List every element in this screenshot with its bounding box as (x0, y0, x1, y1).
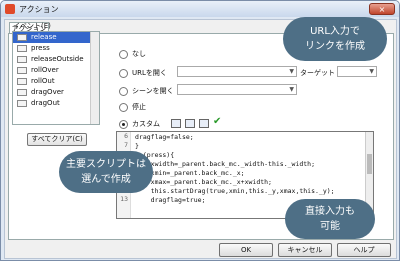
option-none[interactable]: なし (119, 49, 146, 59)
code-line[interactable]: } (135, 142, 335, 151)
events-scrollbar[interactable] (90, 32, 99, 124)
action-dialog: アクション × アクション イベント(E) release press rele… (0, 0, 400, 261)
event-icon (17, 100, 27, 107)
callout-url-link: URL入力で リンクを作成 (283, 17, 387, 61)
code-line[interactable]: dragflag=false; (135, 133, 335, 142)
option-stop[interactable]: 停止 (119, 102, 146, 112)
event-icon (17, 89, 27, 96)
radio-open-scene[interactable] (119, 86, 128, 96)
code-line[interactable]: xmax=_parent.back_mc._x+xwidth; (135, 178, 335, 187)
event-item-dragover[interactable]: dragOver (13, 87, 99, 98)
cancel-button[interactable]: キャンセル (278, 243, 332, 257)
target-label: ターゲット (300, 69, 335, 77)
radio-open-url[interactable] (119, 68, 128, 78)
radio-none[interactable] (119, 49, 128, 59)
option-open-scene[interactable]: シーンを開く (119, 86, 174, 96)
title-bar: アクション × (1, 1, 399, 17)
help-button[interactable]: ヘルプ (337, 243, 391, 257)
code-lines[interactable]: dragflag=false; } on(press){ xwidth=_par… (135, 133, 335, 205)
events-label: イベント(E) (13, 22, 51, 30)
events-list[interactable]: release press releaseOutside rollOver ro… (12, 31, 100, 125)
event-icon (17, 78, 27, 85)
event-icon (17, 34, 27, 41)
insert-script-icon[interactable] (171, 119, 181, 128)
window-title: アクション (19, 5, 59, 14)
callout-direct-input: 直接入力も 可能 (285, 199, 375, 239)
event-item-rollover[interactable]: rollOver (13, 65, 99, 76)
chevron-down-icon[interactable]: ▼ (369, 68, 374, 75)
event-icon (17, 67, 27, 74)
code-line[interactable]: on(press){ (135, 151, 335, 160)
option-custom[interactable]: カスタム (119, 119, 160, 129)
url-combo[interactable]: ▼ (177, 66, 297, 77)
radio-stop[interactable] (119, 102, 128, 112)
event-item-rollout[interactable]: rollOut (13, 76, 99, 87)
event-icon (17, 45, 27, 52)
option-open-url[interactable]: URLを開く (119, 68, 167, 78)
chevron-down-icon[interactable]: ▼ (289, 86, 294, 93)
clear-all-button[interactable]: すべてクリア(C) (27, 133, 87, 146)
event-item-release[interactable]: release (13, 32, 99, 43)
code-line[interactable]: this.startDrag(true,xmin,this._y,xmax,th… (135, 187, 335, 196)
target-combo[interactable]: ▼ (337, 66, 377, 77)
close-button[interactable]: × (369, 3, 395, 15)
font-icon[interactable] (199, 119, 209, 128)
ok-button[interactable]: OK (219, 243, 273, 257)
chevron-down-icon[interactable]: ▼ (289, 68, 294, 75)
scene-combo[interactable]: ▼ (177, 84, 297, 95)
check-syntax-icon[interactable]: ✔ (213, 116, 221, 127)
callout-main-script: 主要スクリプトは 選んで作成 (59, 151, 153, 193)
app-icon (5, 4, 15, 14)
event-item-releaseoutside[interactable]: releaseOutside (13, 54, 99, 65)
reference-icon[interactable] (185, 119, 195, 128)
code-line[interactable]: xmin=_parent.back_mc._x; (135, 169, 335, 178)
event-icon (17, 56, 27, 63)
radio-custom[interactable] (119, 119, 128, 129)
scrollbar-thumb[interactable] (367, 154, 372, 174)
code-line[interactable]: xwidth=_parent.back_mc._width-this._widt… (135, 160, 335, 169)
event-item-dragout[interactable]: dragOut (13, 98, 99, 109)
event-item-press[interactable]: press (13, 43, 99, 54)
